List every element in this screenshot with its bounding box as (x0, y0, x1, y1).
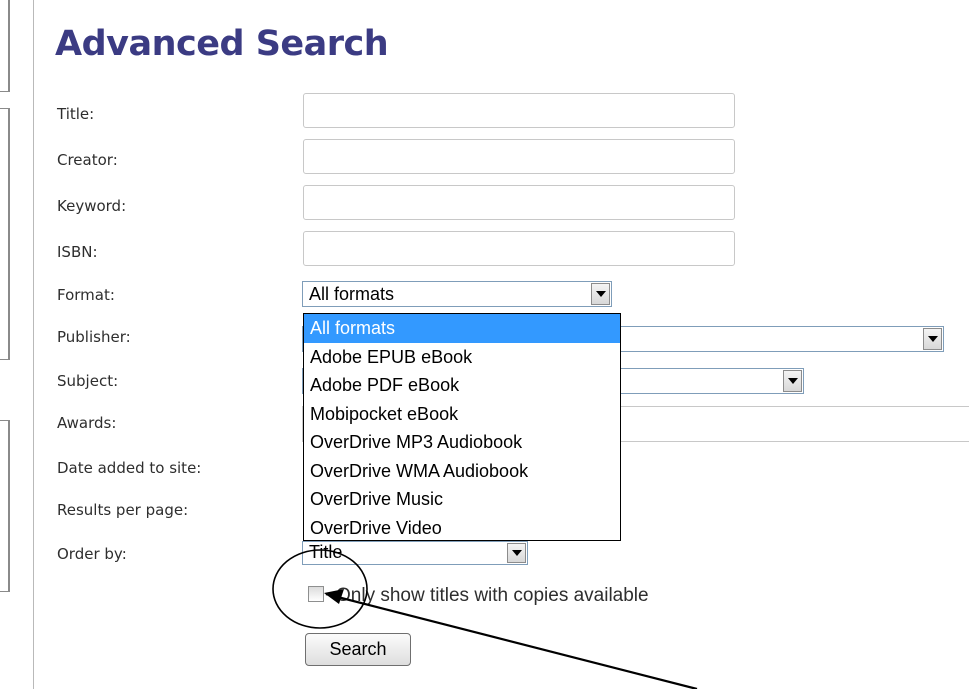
order-by-select[interactable]: Title (302, 541, 528, 565)
label-creator: Creator: (57, 151, 118, 169)
frame-divider (33, 0, 34, 689)
creator-input[interactable] (303, 139, 735, 174)
format-option[interactable]: Adobe PDF eBook (304, 371, 620, 400)
title-input[interactable] (303, 93, 735, 128)
keyword-input[interactable] (303, 185, 735, 220)
format-option[interactable]: All formats (304, 314, 620, 343)
label-format: Format: (57, 286, 115, 304)
format-option[interactable]: Mobipocket eBook (304, 400, 620, 429)
frame-cap (0, 91, 10, 92)
page-title: Advanced Search (55, 24, 389, 64)
label-isbn: ISBN: (57, 243, 98, 261)
isbn-input[interactable] (303, 231, 735, 266)
label-keyword: Keyword: (57, 197, 127, 215)
format-option[interactable]: OverDrive Video (304, 514, 620, 543)
frame-cap (0, 359, 10, 360)
format-dropdown-list[interactable]: All formats Adobe EPUB eBook Adobe PDF e… (303, 313, 621, 541)
format-option[interactable]: Adobe EPUB eBook (304, 343, 620, 372)
copies-available-label[interactable]: Only show titles with copies available (336, 585, 649, 607)
label-date-added: Date added to site: (57, 459, 202, 477)
format-option[interactable]: OverDrive MP3 Audiobook (304, 428, 620, 457)
label-subject: Subject: (57, 372, 119, 390)
format-option[interactable]: OverDrive WMA Audiobook (304, 457, 620, 486)
frame-segment (8, 420, 10, 592)
frame-segment (8, 108, 10, 360)
chevron-down-icon[interactable] (783, 370, 802, 392)
frame-cap (0, 420, 10, 421)
frame-segment (8, 0, 10, 92)
chevron-down-icon[interactable] (591, 283, 610, 305)
format-select[interactable]: All formats (302, 281, 612, 307)
search-button[interactable]: Search (305, 633, 411, 666)
frame-cap (0, 591, 10, 592)
copies-available-checkbox[interactable] (308, 586, 324, 602)
chevron-down-icon[interactable] (923, 328, 942, 350)
label-order-by: Order by: (57, 545, 127, 563)
frame-cap (0, 108, 10, 109)
label-awards: Awards: (57, 414, 117, 432)
format-selected-value: All formats (309, 284, 395, 304)
order-by-selected-value: Title (309, 542, 343, 562)
label-publisher: Publisher: (57, 328, 131, 346)
label-results-per-page: Results per page: (57, 501, 189, 519)
window-frame-left (0, 0, 34, 689)
label-title: Title: (57, 105, 95, 123)
format-option[interactable]: OverDrive Music (304, 485, 620, 514)
chevron-down-icon[interactable] (507, 543, 526, 563)
